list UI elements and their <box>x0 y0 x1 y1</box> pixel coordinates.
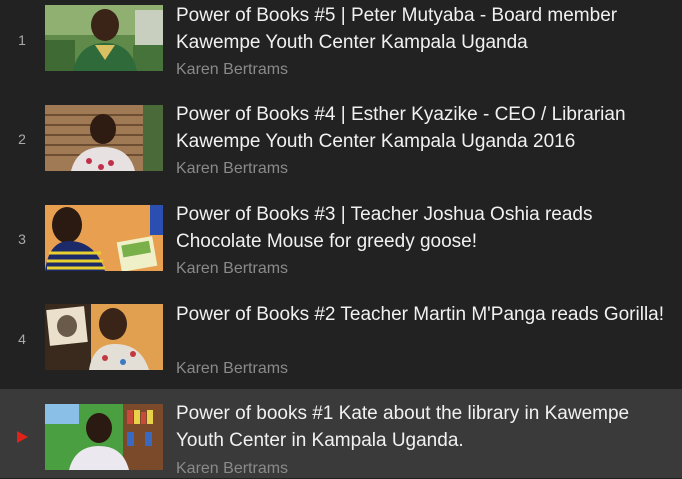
playlist-item[interactable]: 4 Power of Books #2 Teacher Martin M'Pan… <box>0 299 682 399</box>
video-thumbnail[interactable] <box>45 105 163 171</box>
video-title[interactable]: Power of Books #5 | Peter Mutyaba - Boar… <box>176 2 676 56</box>
video-title[interactable]: Power of Books #4 | Esther Kyazike - CEO… <box>176 101 676 155</box>
video-thumbnail[interactable] <box>45 404 163 470</box>
channel-name[interactable]: Karen Bertrams <box>176 359 288 379</box>
now-playing-icon <box>17 431 28 443</box>
channel-name[interactable]: Karen Bertrams <box>176 159 288 179</box>
video-thumbnail[interactable] <box>45 205 163 271</box>
thumbnail-image <box>45 5 163 71</box>
playlist-item-index: 2 <box>18 131 26 147</box>
playlist-item-index: 3 <box>18 231 26 247</box>
playlist-item[interactable]: 3 Power of Books #3 | Teacher Joshua Osh… <box>0 199 682 299</box>
video-thumbnail[interactable] <box>45 304 163 370</box>
playlist-item[interactable]: 1 Power of Books #5 | Peter Mutyaba - Bo… <box>0 0 682 100</box>
thumbnail-image <box>45 205 163 271</box>
thumbnail-image <box>45 404 163 470</box>
playlist-panel: 1 Power of Books #5 | Peter Mutyaba - Bo… <box>0 0 682 478</box>
playlist-item-index: 4 <box>18 331 26 347</box>
channel-name[interactable]: Karen Bertrams <box>176 459 288 479</box>
thumbnail-image <box>45 105 163 171</box>
video-title[interactable]: Power of Books #2 Teacher Martin M'Panga… <box>176 301 676 328</box>
thumbnail-image <box>45 304 163 370</box>
channel-name[interactable]: Karen Bertrams <box>176 259 288 279</box>
video-title[interactable]: Power of Books #3 | Teacher Joshua Oshia… <box>176 201 676 255</box>
channel-name[interactable]: Karen Bertrams <box>176 60 288 80</box>
playlist-item-index: 1 <box>18 32 26 48</box>
playlist-item[interactable]: 2 Power of Books #4 | Esther Kyazike - C… <box>0 99 682 199</box>
video-thumbnail[interactable] <box>45 5 163 71</box>
video-title[interactable]: Power of books #1 Kate about the library… <box>176 400 676 454</box>
playlist-item-now-playing[interactable]: Power of books #1 Kate about the library… <box>0 389 682 478</box>
